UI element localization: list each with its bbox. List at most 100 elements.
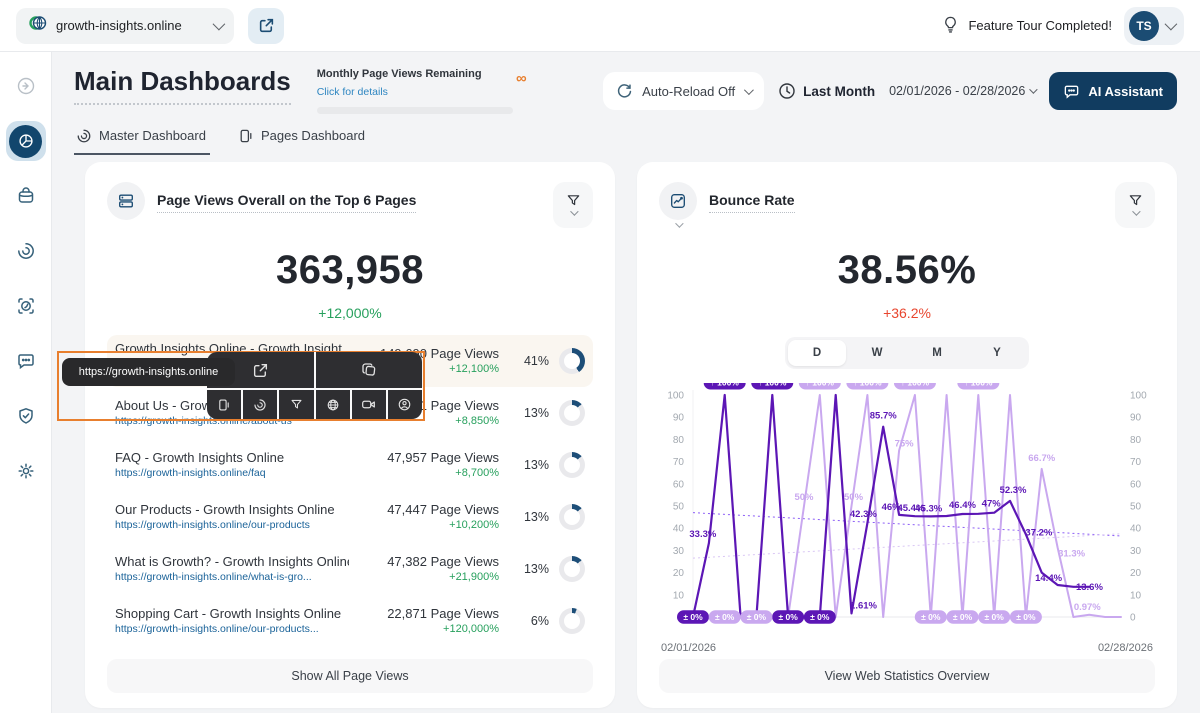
date-range-value: 02/01/2026 - 02/28/2026 bbox=[889, 84, 1026, 98]
svg-text:40: 40 bbox=[673, 523, 685, 534]
menu-recordings-button[interactable] bbox=[352, 390, 388, 419]
period-toggle-w[interactable]: W bbox=[848, 340, 906, 366]
period-indicator: Last Month bbox=[778, 82, 875, 100]
open-site-button[interactable] bbox=[248, 7, 284, 44]
dashboard-tabs: Master Dashboard Pages Dashboard bbox=[52, 114, 1200, 155]
share-donut-chart bbox=[559, 503, 585, 530]
show-all-pageviews-button[interactable]: Show All Page Views bbox=[107, 658, 593, 693]
svg-text:42.3%: 42.3% bbox=[850, 509, 877, 520]
auto-reload-label: Auto-Reload Off bbox=[642, 83, 736, 99]
svg-text:± 0%: ± 0% bbox=[953, 612, 973, 622]
svg-text:85.7%: 85.7% bbox=[870, 410, 897, 421]
pageviews-filter-button[interactable] bbox=[553, 181, 593, 228]
page-url-link[interactable]: https://growth-insights.online/our-produ… bbox=[115, 623, 319, 635]
svg-text:↑ 100%: ↑ 100% bbox=[964, 383, 993, 388]
sidebar-collapse-button[interactable] bbox=[6, 66, 46, 106]
svg-text:± 0%: ± 0% bbox=[810, 612, 830, 622]
feature-tour-status: Feature Tour Completed! bbox=[941, 15, 1112, 37]
svg-text:50%: 50% bbox=[794, 492, 814, 503]
date-range-picker[interactable]: 02/01/2026 - 02/28/2026 bbox=[889, 84, 1039, 98]
list-item[interactable]: FAQ - Growth Insights Online https://grow… bbox=[107, 439, 593, 491]
chevron-down-icon[interactable] bbox=[675, 219, 684, 228]
list-item[interactable]: Shopping Cart - Growth Insights Online ht… bbox=[107, 595, 593, 647]
sidebar-item-security[interactable] bbox=[6, 396, 46, 436]
account-menu[interactable]: TS bbox=[1124, 6, 1184, 45]
svg-text:70: 70 bbox=[673, 457, 685, 468]
page-views-delta: +120,000% bbox=[443, 623, 499, 636]
svg-text:37.2%: 37.2% bbox=[1025, 527, 1052, 538]
globe-icon bbox=[327, 399, 338, 410]
sidebar-item-feedback[interactable] bbox=[6, 341, 46, 381]
svg-text:50%: 50% bbox=[844, 492, 864, 503]
compass-target-icon bbox=[17, 298, 34, 314]
page-url-link[interactable]: https://growth-insights.online/faq bbox=[115, 467, 266, 479]
period-toggle-y[interactable]: Y bbox=[968, 340, 1026, 366]
page-title-text: What is Growth? - Growth Insights Online bbox=[115, 554, 349, 570]
menu-dashboard-button[interactable] bbox=[243, 390, 280, 419]
svg-text:100: 100 bbox=[667, 390, 684, 401]
avatar: TS bbox=[1129, 10, 1159, 41]
list-item[interactable]: Our Products - Growth Insights Online htt… bbox=[107, 491, 593, 543]
share-donut-chart bbox=[559, 451, 585, 478]
ai-assistant-label: AI Assistant bbox=[1088, 83, 1163, 99]
svg-text:33.3%: 33.3% bbox=[689, 529, 716, 540]
svg-text:30: 30 bbox=[673, 546, 685, 557]
quota-label: Monthly Page Views Remaining bbox=[316, 68, 482, 80]
pageviews-delta: +12,000% bbox=[318, 304, 382, 321]
share-donut-chart bbox=[559, 555, 585, 582]
period-toggle-m[interactable]: M bbox=[908, 340, 966, 366]
ai-assistant-button[interactable]: AI Assistant bbox=[1049, 72, 1177, 110]
sidebar-item-insights[interactable] bbox=[6, 231, 46, 271]
auto-reload-dropdown[interactable]: Auto-Reload Off bbox=[603, 72, 765, 110]
menu-profile-button[interactable] bbox=[388, 390, 422, 419]
pages-icon bbox=[219, 399, 229, 410]
row-context-menu bbox=[207, 352, 422, 419]
page-views-delta: +10,200% bbox=[449, 519, 499, 532]
menu-pages-button[interactable] bbox=[207, 390, 244, 419]
sidebar-item-explore[interactable] bbox=[6, 286, 46, 326]
tab-pages-dashboard[interactable]: Pages Dashboard bbox=[236, 124, 369, 155]
svg-text:80: 80 bbox=[1130, 435, 1142, 446]
feature-tour-text: Feature Tour Completed! bbox=[968, 18, 1112, 33]
quota-details-link[interactable]: Click for details bbox=[317, 86, 388, 98]
page-views-delta: +8,700% bbox=[455, 467, 499, 480]
page-url-link[interactable]: https://growth-insights.online/what-is-g… bbox=[115, 571, 312, 583]
svg-text:60: 60 bbox=[1130, 479, 1142, 490]
page-url-link[interactable]: https://growth-insights.online/our-produ… bbox=[115, 519, 310, 531]
bounce-rate-delta: +36.2% bbox=[883, 304, 931, 321]
menu-filter-button[interactable] bbox=[279, 390, 316, 419]
page-views-value: 22,871 Page Views bbox=[387, 606, 499, 622]
filter-icon bbox=[291, 399, 302, 409]
menu-copy-button[interactable] bbox=[316, 352, 423, 388]
period-toggle-d[interactable]: D bbox=[788, 339, 846, 366]
cards-row: Page Views Overall on the Top 6 Pages 36… bbox=[52, 155, 1200, 708]
site-selector[interactable]: growth-insights.online bbox=[16, 7, 234, 44]
chat-icon bbox=[17, 354, 34, 370]
clock-icon bbox=[779, 83, 795, 99]
page-views-delta: +21,900% bbox=[449, 571, 499, 584]
bounce-filter-button[interactable] bbox=[1115, 181, 1155, 228]
globe-site-icon bbox=[28, 13, 48, 38]
sidebar-item-settings[interactable] bbox=[6, 451, 46, 491]
svg-text:20: 20 bbox=[1130, 568, 1142, 579]
menu-web-button[interactable] bbox=[316, 390, 352, 419]
site-name: growth-insights.online bbox=[56, 18, 182, 33]
bounce-rate-chart-svg: 0010102020303040405050606070708080909010… bbox=[667, 375, 1147, 624]
list-item[interactable]: What is Growth? - Growth Insights Online… bbox=[107, 543, 593, 595]
x-axis-start-label: 02/01/2026 bbox=[661, 641, 717, 654]
period-toggle: DWMY bbox=[785, 336, 1029, 369]
page-share-percent: 13% bbox=[523, 509, 549, 524]
bag-icon bbox=[18, 187, 33, 203]
view-web-statistics-button[interactable]: View Web Statistics Overview bbox=[659, 658, 1155, 693]
tab-master-dashboard[interactable]: Master Dashboard bbox=[74, 124, 210, 155]
tab-label: Master Dashboard bbox=[99, 128, 206, 144]
page-title: Main Dashboards bbox=[74, 66, 291, 105]
page-views-value: 47,957 Page Views bbox=[387, 450, 499, 466]
spiral-dashboard-icon bbox=[254, 398, 266, 411]
ai-chat-icon bbox=[1065, 85, 1079, 99]
svg-text:80: 80 bbox=[673, 435, 685, 446]
svg-text:± 0%: ± 0% bbox=[1016, 612, 1036, 622]
gear-icon bbox=[17, 463, 34, 479]
sidebar-item-dashboards[interactable] bbox=[5, 121, 46, 161]
sidebar-item-orders[interactable] bbox=[6, 176, 46, 216]
